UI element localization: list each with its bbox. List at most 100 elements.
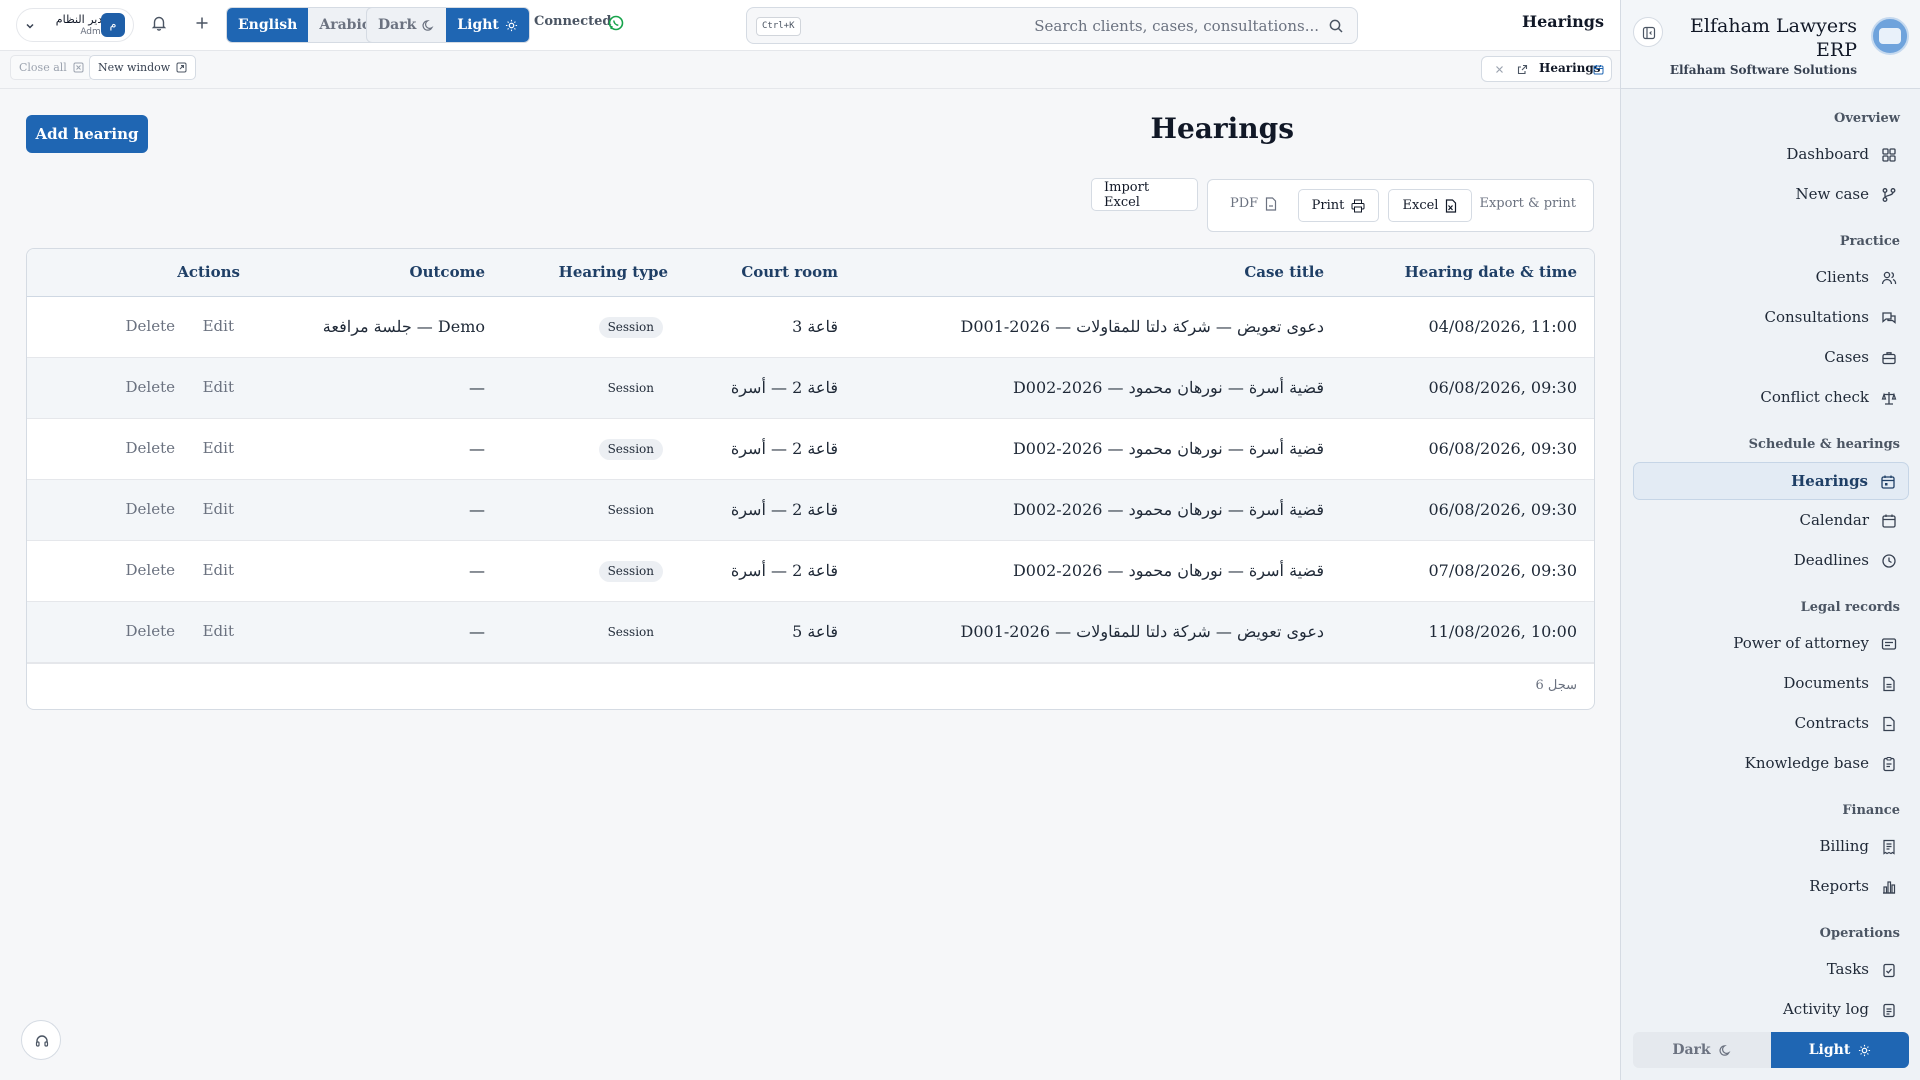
table-row[interactable]: 06/08/2026, 09:30 D002-2026 — قضية أسرة … bbox=[27, 419, 1594, 480]
sidebar-item-deadlines[interactable]: Deadlines bbox=[1633, 542, 1909, 580]
section-legal-records: Legal records bbox=[1800, 600, 1900, 615]
sidebar-item-calendar[interactable]: Calendar bbox=[1633, 502, 1909, 540]
section-practice: Practice bbox=[1839, 234, 1900, 249]
sidebar-item-activity-log[interactable]: Activity log bbox=[1633, 991, 1909, 1029]
delete-button[interactable]: Delete bbox=[126, 500, 175, 518]
cell-room: قاعة 2 — أسرة bbox=[730, 500, 838, 519]
theme-light-button[interactable]: Light bbox=[446, 8, 529, 42]
sidebar-item-contracts[interactable]: Contracts bbox=[1633, 705, 1909, 743]
table-row[interactable]: 06/08/2026, 09:30 D002-2026 — قضية أسرة … bbox=[27, 358, 1594, 419]
sidebar-item-conflict-check[interactable]: Conflict check bbox=[1633, 379, 1909, 417]
global-search[interactable]: Ctrl+K Search clients, cases, consultati… bbox=[746, 7, 1358, 44]
top-bar: مدير النظام Admin م English Arabic Dark … bbox=[0, 0, 1620, 51]
sun-icon bbox=[1859, 1044, 1871, 1056]
section-overview: Overview bbox=[1834, 111, 1900, 126]
edit-button[interactable]: Edit bbox=[203, 500, 234, 518]
delete-button[interactable]: Delete bbox=[126, 317, 175, 335]
col-court-room[interactable]: Court room bbox=[741, 263, 838, 281]
brand-subtitle: Elfaham Software Solutions bbox=[1669, 63, 1857, 77]
sidebar-theme-light-button[interactable]: Light bbox=[1771, 1032, 1909, 1068]
cell-date: 06/08/2026, 09:30 bbox=[1428, 378, 1578, 397]
sidebar-item-label: Billing bbox=[1819, 837, 1869, 855]
theme-light-label: Light bbox=[1808, 1042, 1851, 1058]
delete-button[interactable]: Delete bbox=[126, 439, 175, 457]
delete-button[interactable]: Delete bbox=[126, 378, 175, 396]
external-link-icon[interactable] bbox=[1517, 64, 1528, 75]
table-row[interactable]: 04/08/2026, 11:00 D001-2026 — دعوى تعويض… bbox=[27, 297, 1594, 358]
cell-case: D002-2026 — قضية أسرة — نورهان محمود bbox=[1012, 378, 1324, 397]
sidebar-item-clients[interactable]: Clients bbox=[1633, 259, 1909, 297]
delete-button[interactable]: Delete bbox=[126, 622, 175, 640]
file-text-icon bbox=[1883, 676, 1895, 692]
calendar-icon bbox=[1882, 514, 1896, 528]
collapse-sidebar-button[interactable] bbox=[1633, 17, 1663, 47]
sidebar-theme-dark-button[interactable]: Dark bbox=[1633, 1032, 1771, 1068]
messages-icon bbox=[1882, 312, 1896, 324]
col-case-title[interactable]: Case title bbox=[1244, 263, 1324, 281]
add-hearing-button[interactable]: Add hearing bbox=[26, 115, 148, 153]
table-row[interactable]: 06/08/2026, 09:30 D002-2026 — قضية أسرة … bbox=[27, 480, 1594, 541]
cell-outcome: — bbox=[469, 561, 485, 580]
cell-outcome: — bbox=[469, 439, 485, 458]
new-window-icon bbox=[176, 62, 187, 73]
sidebar-item-label: Consultations bbox=[1764, 308, 1869, 326]
edit-button[interactable]: Edit bbox=[203, 317, 234, 335]
tab-bar: Close all New window Hearings bbox=[0, 51, 1620, 89]
sidebar-item-label: Reports bbox=[1809, 877, 1869, 895]
table-row[interactable]: 07/08/2026, 09:30 D002-2026 — قضية أسرة … bbox=[27, 541, 1594, 602]
whatsapp-icon bbox=[608, 15, 624, 31]
sidebar-item-label: Deadlines bbox=[1793, 551, 1869, 569]
sidebar-item-cases[interactable]: Cases bbox=[1633, 339, 1909, 377]
sidebar-item-knowledge-base[interactable]: Knowledge base bbox=[1633, 745, 1909, 783]
theme-dark-button[interactable]: Dark bbox=[367, 8, 446, 42]
col-outcome[interactable]: Outcome bbox=[410, 263, 485, 281]
new-window-button[interactable]: New window bbox=[89, 55, 197, 80]
plus-icon[interactable] bbox=[193, 14, 211, 32]
lang-english-button[interactable]: English bbox=[227, 8, 309, 42]
col-hearing-date[interactable]: Hearing date & time bbox=[1405, 263, 1577, 281]
sidebar-item-reports[interactable]: Reports bbox=[1633, 868, 1909, 906]
table-row[interactable]: 11/08/2026, 10:00 D001-2026 — دعوى تعويض… bbox=[27, 602, 1594, 663]
sidebar-item-label: Contracts bbox=[1794, 714, 1869, 732]
sidebar-item-label: Cases bbox=[1824, 348, 1869, 366]
export-excel-button[interactable]: Excel bbox=[1388, 189, 1472, 222]
export-label: Export & print bbox=[1479, 196, 1576, 211]
search-icon bbox=[1329, 19, 1343, 33]
tab-hearings[interactable]: Hearings bbox=[1481, 56, 1612, 82]
delete-button[interactable]: Delete bbox=[126, 561, 175, 579]
user-role: Admin bbox=[80, 27, 109, 37]
col-hearing-type[interactable]: Hearing type bbox=[559, 263, 668, 281]
sidebar-item-new-case[interactable]: New case bbox=[1633, 176, 1909, 214]
table-header: Hearing date & time Case title Court roo… bbox=[27, 249, 1594, 297]
pdf-file-icon bbox=[1266, 196, 1277, 211]
import-excel-button[interactable]: Import Excel bbox=[1091, 178, 1198, 211]
sidebar-item-label: Tasks bbox=[1826, 960, 1869, 978]
close-all-tabs-button[interactable]: Close all bbox=[10, 55, 93, 80]
sidebar-item-label: Conflict check bbox=[1760, 388, 1869, 406]
sidebar-item-dashboard[interactable]: Dashboard bbox=[1633, 136, 1909, 174]
scale-icon bbox=[1881, 392, 1897, 405]
edit-button[interactable]: Edit bbox=[203, 561, 234, 579]
user-menu[interactable]: مدير النظام Admin م bbox=[16, 8, 134, 42]
cell-case: D002-2026 — قضية أسرة — نورهان محمود bbox=[1012, 439, 1324, 458]
sidebar-item-billing[interactable]: Billing bbox=[1633, 828, 1909, 866]
close-tab-icon[interactable] bbox=[1494, 64, 1505, 75]
edit-button[interactable]: Edit bbox=[203, 378, 234, 396]
sidebar-item-consultations[interactable]: Consultations bbox=[1633, 299, 1909, 337]
sidebar-item-tasks[interactable]: Tasks bbox=[1633, 951, 1909, 989]
sidebar-item-hearings[interactable]: Hearings bbox=[1633, 462, 1909, 500]
sidebar-item-label: Activity log bbox=[1782, 1000, 1869, 1018]
search-input[interactable]: Search clients, cases, consultations... bbox=[1034, 17, 1319, 35]
bell-icon[interactable] bbox=[150, 14, 168, 32]
export-pdf-button[interactable]: PDF bbox=[1230, 196, 1277, 211]
print-button[interactable]: Print bbox=[1298, 189, 1379, 222]
close-all-label: Close all bbox=[19, 61, 67, 74]
users-icon bbox=[1881, 271, 1897, 285]
support-button[interactable] bbox=[21, 1020, 61, 1060]
sidebar-item-documents[interactable]: Documents bbox=[1633, 665, 1909, 703]
edit-button[interactable]: Edit bbox=[203, 439, 234, 457]
sidebar-item-power-of-attorney[interactable]: Power of attorney bbox=[1633, 625, 1909, 663]
hearings-table: Hearing date & time Case title Court roo… bbox=[26, 248, 1595, 710]
edit-button[interactable]: Edit bbox=[203, 622, 234, 640]
cell-room: قاعة 3 bbox=[792, 317, 838, 336]
